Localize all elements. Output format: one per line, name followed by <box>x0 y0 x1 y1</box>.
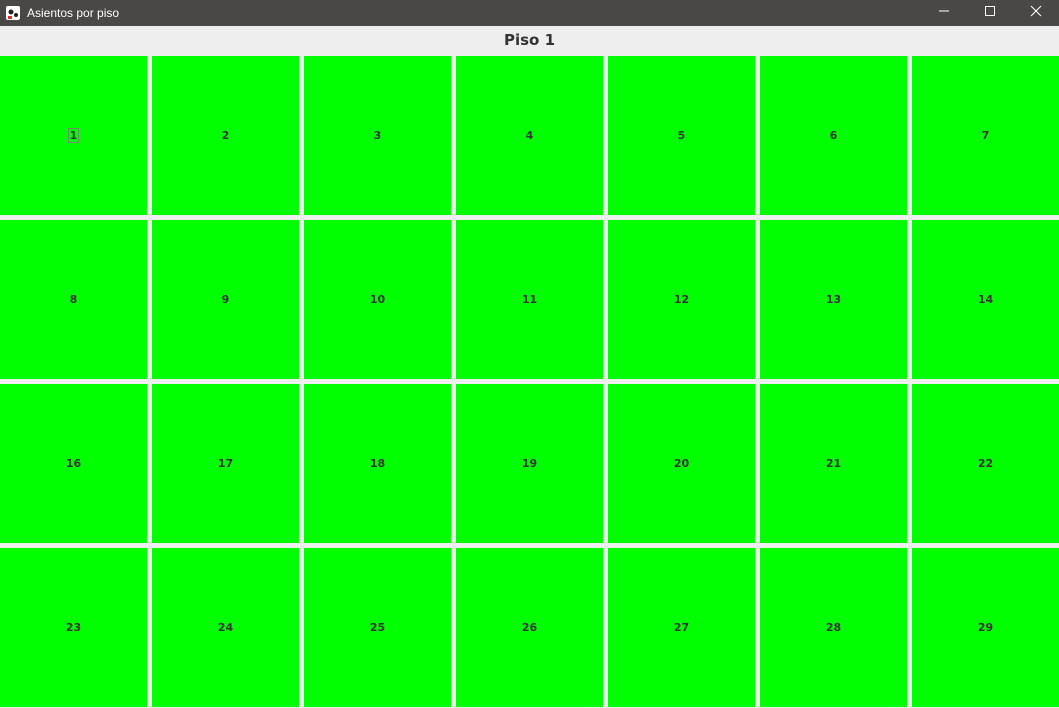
seat-button[interactable]: 8 <box>0 220 147 379</box>
seat-button[interactable]: 2 <box>152 56 299 215</box>
seat-number: 8 <box>69 293 78 306</box>
seat-button[interactable]: 22 <box>912 384 1059 543</box>
seat-button[interactable]: 19 <box>456 384 603 543</box>
maximize-button[interactable] <box>967 0 1013 22</box>
seat-button[interactable]: 12 <box>608 220 755 379</box>
seat-button[interactable]: 18 <box>304 384 451 543</box>
maximize-icon <box>985 6 995 16</box>
seat-button[interactable]: 6 <box>760 56 907 215</box>
seat-number: 23 <box>65 621 82 634</box>
window-controls <box>921 0 1059 26</box>
seat-button[interactable]: 17 <box>152 384 299 543</box>
seat-button[interactable]: 29 <box>912 548 1059 707</box>
floor-title: Piso 1 <box>503 30 556 49</box>
close-button[interactable] <box>1013 0 1059 22</box>
seat-button[interactable]: 28 <box>760 548 907 707</box>
seat-button[interactable]: 14 <box>912 220 1059 379</box>
seat-number: 4 <box>525 129 534 142</box>
seat-number: 9 <box>221 293 230 306</box>
seat-button[interactable]: 13 <box>760 220 907 379</box>
seat-button[interactable]: 16 <box>0 384 147 543</box>
seat-number: 18 <box>369 457 386 470</box>
seat-number: 7 <box>981 129 990 142</box>
seat-button[interactable]: 24 <box>152 548 299 707</box>
seat-number: 6 <box>829 129 838 142</box>
floor-header: Piso 1 <box>0 26 1059 56</box>
seat-button[interactable]: 27 <box>608 548 755 707</box>
seat-button[interactable]: 3 <box>304 56 451 215</box>
seat-number: 13 <box>825 293 842 306</box>
seat-button[interactable]: 10 <box>304 220 451 379</box>
seat-button[interactable]: 21 <box>760 384 907 543</box>
seat-number: 16 <box>65 457 82 470</box>
seat-number: 19 <box>521 457 538 470</box>
seat-number: 17 <box>217 457 234 470</box>
seat-grid: 1 2 3 4 5 6 7 8 9 10 11 12 13 14 16 17 18 19 20 21 22 23 24 25 2… <box>0 56 1059 708</box>
seat-button[interactable]: 5 <box>608 56 755 215</box>
seat-number: 24 <box>217 621 234 634</box>
window-title: Asientos por piso <box>27 6 120 20</box>
seat-button[interactable]: 20 <box>608 384 755 543</box>
seat-number: 25 <box>369 621 386 634</box>
seat-button[interactable]: 1 <box>0 56 147 215</box>
seat-number: 14 <box>977 293 994 306</box>
seat-button[interactable]: 7 <box>912 56 1059 215</box>
app-window: Asientos por piso Piso 1 12345678 9 10 1… <box>0 0 1059 708</box>
seat-number: 22 <box>977 457 994 470</box>
seat-number: 20 <box>673 457 690 470</box>
seat-button[interactable]: 25 <box>304 548 451 707</box>
seat-number: 2 <box>221 129 230 142</box>
seat-number: 21 <box>825 457 842 470</box>
seat-number: 11 <box>521 293 538 306</box>
title-bar[interactable]: Asientos por piso <box>0 0 1059 26</box>
minimize-icon <box>939 10 949 12</box>
close-icon <box>1030 5 1042 17</box>
seat-number: 10 <box>369 293 386 306</box>
seat-number: 28 <box>825 621 842 634</box>
seat-button[interactable]: 23 <box>0 548 147 707</box>
seat-number: 27 <box>673 621 690 634</box>
seat-number: 3 <box>373 129 382 142</box>
seat-number: 29 <box>977 621 994 634</box>
seat-number: 12 <box>673 293 690 306</box>
seat-button[interactable]: 4 <box>456 56 603 215</box>
app-icon <box>5 5 21 21</box>
seat-button[interactable]: 9 <box>152 220 299 379</box>
seat-number: 1 <box>67 128 80 143</box>
minimize-button[interactable] <box>921 0 967 22</box>
seat-number: 26 <box>521 621 538 634</box>
seat-button[interactable]: 26 <box>456 548 603 707</box>
seat-button[interactable]: 11 <box>456 220 603 379</box>
seat-number: 5 <box>677 129 686 142</box>
